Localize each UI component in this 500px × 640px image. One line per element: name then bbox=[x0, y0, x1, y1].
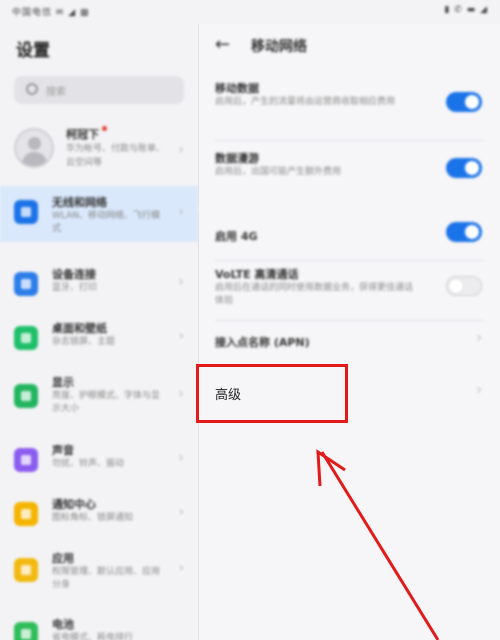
profile-subtitle: 华为帐号、付款与账单、云空间等 bbox=[66, 144, 166, 168]
sidebar-item-label: 显示 bbox=[52, 376, 74, 389]
profile-name: 柯冠下 bbox=[66, 126, 107, 142]
battery-icon bbox=[14, 622, 38, 640]
back-arrow-icon[interactable]: ← bbox=[215, 34, 230, 55]
notification-icon bbox=[14, 502, 38, 526]
status-bar: 中国电信 ✉ ◢ ▦ ▮ ✆ ▬ ◢ bbox=[0, 0, 500, 24]
sidebar-item-subtitle: 权限管理、默认应用、应用分身 bbox=[52, 567, 161, 590]
chevron-right-icon: › bbox=[178, 274, 184, 290]
divider bbox=[215, 260, 484, 261]
setting-row-apn[interactable]: 接入点名称 (APN) › bbox=[199, 322, 500, 360]
setting-title: 移动数据 bbox=[215, 82, 259, 95]
sidebar-item-subtitle: 勿扰、铃声、振动 bbox=[52, 459, 125, 469]
search-placeholder: 搜索 bbox=[46, 87, 66, 98]
divider bbox=[215, 320, 484, 321]
setting-subtitle: 启用后在通话的同时使用数据业务，获得更佳通话体验 bbox=[215, 283, 414, 306]
status-bar-right: ▮ ✆ ▬ ◢ bbox=[444, 5, 488, 15]
chevron-right-icon: › bbox=[178, 450, 184, 466]
sidebar-item-apps[interactable]: 应用 权限管理、默认应用、应用分身 › bbox=[0, 542, 198, 602]
apps-icon bbox=[14, 558, 38, 582]
search-icon bbox=[26, 83, 38, 95]
sidebar-item-label: 无线和网络 bbox=[52, 196, 107, 209]
mobile-network-panel: ← 移动网络 移动数据 启用后，产生的流量将由运营商收取相应费用 数据漫游 启用… bbox=[199, 24, 500, 640]
chevron-right-icon: › bbox=[178, 328, 184, 344]
account-profile[interactable]: 柯冠下 华为帐号、付款与账单、云空间等 › bbox=[0, 120, 198, 182]
setting-title: 数据漫游 bbox=[215, 152, 259, 165]
sidebar-item-label: 应用 bbox=[52, 552, 74, 565]
setting-row-data-roaming[interactable]: 数据漫游 启用后，出国可能产生额外费用 bbox=[199, 144, 500, 206]
sidebar-title: 设置 bbox=[16, 41, 50, 61]
volte-toggle[interactable] bbox=[446, 276, 482, 296]
sidebar-item-label: 电池 bbox=[52, 618, 74, 631]
sidebar-item-subtitle: 杂志锁屏、主题 bbox=[52, 337, 116, 347]
sidebar-item-sound[interactable]: 声音 勿扰、铃声、振动 › bbox=[0, 434, 198, 490]
sidebar-item-subtitle: 亮度、护眼模式、字体与显示大小 bbox=[52, 391, 161, 414]
sidebar-item-subtitle: 省电模式、耗电排行 bbox=[52, 633, 134, 640]
sidebar-item-home-wallpaper[interactable]: 桌面和壁纸 杂志锁屏、主题 › bbox=[0, 312, 198, 368]
page-title: 移动网络 bbox=[251, 39, 307, 55]
setting-subtitle: 启用后，出国可能产生额外费用 bbox=[215, 167, 342, 177]
sidebar-item-label: 通知中心 bbox=[52, 498, 96, 511]
sidebar-item-device-connection[interactable]: 设备连接 蓝牙、打印 › bbox=[0, 258, 198, 314]
divider bbox=[215, 140, 484, 141]
device-connection-icon bbox=[14, 272, 38, 296]
sidebar-item-wireless-network[interactable]: 无线和网络 WLAN、移动网络、飞行模式 › bbox=[0, 186, 198, 242]
chevron-right-icon: › bbox=[476, 330, 482, 346]
sound-icon bbox=[14, 448, 38, 472]
highlight-box bbox=[196, 364, 348, 423]
setting-row-enable-4g[interactable]: 启用 4G bbox=[199, 214, 500, 260]
sidebar-item-label: 桌面和壁纸 bbox=[52, 322, 107, 335]
setting-row-volte[interactable]: VoLTE 高清通话 启用后在通话的同时使用数据业务，获得更佳通话体验 bbox=[199, 262, 500, 318]
setting-row-mobile-data[interactable]: 移动数据 启用后，产生的流量将由运营商收取相应费用 bbox=[199, 74, 500, 136]
sidebar-item-display[interactable]: 显示 亮度、护眼模式、字体与显示大小 › bbox=[0, 366, 198, 428]
avatar bbox=[14, 128, 54, 168]
sidebar-item-label: 设备连接 bbox=[52, 268, 96, 281]
home-wallpaper-icon bbox=[14, 326, 38, 350]
mobile-data-toggle[interactable] bbox=[446, 92, 482, 112]
display-icon bbox=[14, 384, 38, 408]
chevron-right-icon: › bbox=[178, 204, 184, 220]
setting-title: 启用 4G bbox=[215, 230, 258, 243]
setting-subtitle: 启用后，产生的流量将由运营商收取相应费用 bbox=[215, 97, 396, 107]
chevron-right-icon: › bbox=[178, 386, 184, 402]
sidebar-item-subtitle: 图标角标、锁屏通知 bbox=[52, 513, 134, 523]
sidebar-item-subtitle: 蓝牙、打印 bbox=[52, 283, 98, 293]
sidebar-item-battery[interactable]: 电池 省电模式、耗电排行 bbox=[0, 608, 198, 640]
search-input[interactable]: 搜索 bbox=[14, 76, 184, 104]
chevron-right-icon: › bbox=[178, 504, 184, 520]
settings-sidebar: 设置 搜索 柯冠下 华为帐号、付款与账单、云空间等 › 无线和网络 WLAN、移… bbox=[0, 24, 198, 640]
status-bar-left: 中国电信 ✉ ◢ ▦ bbox=[12, 8, 90, 18]
setting-title: VoLTE 高清通话 bbox=[215, 268, 299, 281]
chevron-right-icon: › bbox=[178, 560, 184, 576]
data-roaming-toggle[interactable] bbox=[446, 158, 482, 178]
sidebar-item-subtitle: WLAN、移动网络、飞行模式 bbox=[52, 211, 161, 234]
setting-title: 接入点名称 (APN) bbox=[215, 336, 310, 349]
sidebar-item-notification[interactable]: 通知中心 图标角标、锁屏通知 › bbox=[0, 488, 198, 544]
sidebar-item-label: 声音 bbox=[52, 444, 74, 457]
section-gap bbox=[199, 206, 500, 214]
enable-4g-toggle[interactable] bbox=[446, 222, 482, 242]
notification-dot bbox=[102, 126, 107, 131]
wireless-network-icon bbox=[14, 200, 38, 224]
chevron-right-icon: › bbox=[178, 142, 184, 158]
